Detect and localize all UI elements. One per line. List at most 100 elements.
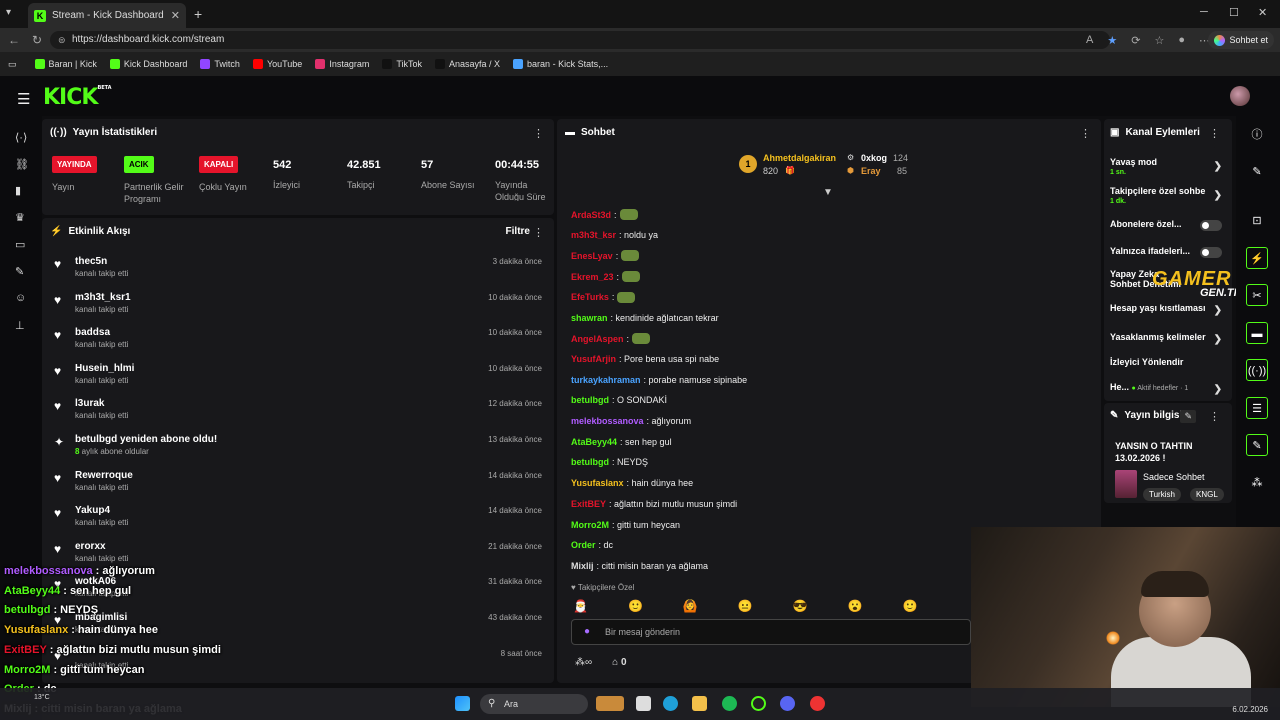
tab-menu-icon[interactable]: ▾	[6, 7, 11, 18]
link-icon[interactable]: ⛓	[15, 158, 29, 171]
layout-icon[interactable]: ☰	[1246, 397, 1268, 419]
weather-widget[interactable]: 13°C	[34, 694, 50, 701]
taskbar-search[interactable]: ⚲ Ara	[480, 694, 588, 714]
tag-pill[interactable]: KNGL	[1190, 488, 1224, 501]
close-window-icon[interactable]: ✕	[1258, 6, 1267, 19]
chat-username[interactable]: Yusufaslanx	[571, 478, 624, 488]
close-tab-icon[interactable]: ✕	[171, 9, 180, 22]
chat-username[interactable]: Mixlij	[571, 561, 594, 571]
chat-username[interactable]: turkaykahraman	[571, 375, 641, 385]
gifter-name[interactable]: Eray	[861, 166, 881, 176]
read-aloud-icon[interactable]: A	[1086, 34, 1093, 47]
extensions-icon[interactable]: ⟳	[1131, 34, 1140, 47]
emotes-only-toggle[interactable]	[1200, 247, 1222, 258]
file-explorer-icon[interactable]	[692, 696, 707, 711]
chat-username[interactable]: EfeTurks	[571, 292, 609, 302]
list-item[interactable]: ♥ baddsa kanalı takip etti 10 dakika önce	[50, 324, 550, 359]
kick-logo[interactable]: KICKBETA	[43, 85, 112, 110]
list-item[interactable]: ♥ Rewerroque kanalı takip etti 14 dakika ön…	[50, 467, 550, 502]
chat-username[interactable]: m3h3t_ksr	[571, 230, 616, 240]
stream-icon[interactable]: ⟨·⟩	[15, 131, 27, 144]
broadcast-icon[interactable]: ((·))	[1246, 359, 1268, 381]
browser-tab[interactable]: K Stream - Kick Dashboard ✕	[28, 3, 186, 28]
chrome-icon[interactable]	[810, 696, 825, 711]
chat-username[interactable]: YusufArjin	[571, 354, 616, 364]
payout-icon[interactable]: ⊥	[15, 319, 25, 332]
video-icon[interactable]: ▭	[15, 238, 25, 251]
analytics-icon[interactable]: ▮	[15, 184, 21, 197]
chat-username[interactable]: AngelAspen	[571, 334, 624, 344]
chat-username[interactable]: ArdaSt3d	[571, 210, 611, 220]
bookmark-item[interactable]: baran - Kick Stats,...	[513, 59, 608, 69]
activity-more-icon[interactable]: ⋮	[533, 226, 544, 239]
filter-button[interactable]: Filtre	[506, 226, 530, 237]
favorite-star-icon[interactable]: ★	[1107, 34, 1117, 47]
followers-only-item[interactable]: Takipçilere özel sohbe 1 dk. ❯	[1110, 186, 1222, 205]
supporter-emote-icon[interactable]: 🙆	[683, 599, 698, 613]
list-item[interactable]: ♥ m3h3t_ksr1 kanalı takip etti 10 dakika ön…	[50, 289, 550, 324]
supporter-emote-icon[interactable]: 😎	[793, 599, 808, 613]
chat-username[interactable]: Order	[571, 540, 596, 550]
edit-icon[interactable]: ✎	[1180, 410, 1196, 423]
chat-username[interactable]: Morro2M	[571, 520, 609, 530]
clip-icon[interactable]: ✂	[1246, 284, 1268, 306]
goals-item[interactable]: He... ● Aktif hedefler · 1 ❯	[1110, 382, 1222, 395]
gifter-name[interactable]: 0xkog	[861, 153, 887, 163]
supporter-emote-icon[interactable]: 😐	[738, 599, 753, 613]
share-icon[interactable]: ⁂	[1246, 472, 1268, 494]
subscribers-only-toggle[interactable]	[1200, 220, 1222, 231]
community-icon[interactable]: ☺	[15, 292, 26, 304]
chat-username[interactable]: ExitBEY	[571, 499, 606, 509]
chat-input[interactable]: ● Bir mesaj gönderin	[571, 619, 971, 645]
bookmark-item[interactable]: TikTok	[382, 59, 422, 69]
app-icon[interactable]	[751, 696, 766, 711]
bookmark-item[interactable]: Instagram	[315, 59, 369, 69]
spotify-icon[interactable]	[722, 696, 737, 711]
minimize-icon[interactable]: ─	[1200, 6, 1208, 18]
subscribers-only-item[interactable]: Abonelere özel...	[1110, 219, 1222, 231]
discord-icon[interactable]	[780, 696, 795, 711]
chat-username[interactable]: Ekrem_23	[571, 272, 614, 282]
store-icon[interactable]: ⌂ 0	[612, 657, 626, 668]
chat-username[interactable]: shawran	[571, 313, 608, 323]
list-item[interactable]: ♥ Husein_hlmi kanalı takip etti 10 dakika ö…	[50, 360, 550, 395]
bookmark-item[interactable]: YouTube	[252, 59, 302, 69]
bookmark-item[interactable]: Anasayfa / X	[435, 59, 500, 69]
trophy-icon[interactable]: ♛	[15, 211, 25, 224]
emote-icon[interactable]: ●	[584, 620, 590, 644]
chevron-down-icon[interactable]: ▼	[823, 187, 833, 198]
maximize-icon[interactable]: ☐	[1229, 6, 1239, 19]
tools-icon[interactable]: ✎	[15, 265, 24, 278]
site-info-icon[interactable]: ⊜	[58, 31, 66, 49]
reload-icon[interactable]: ↻	[32, 33, 42, 47]
list-item[interactable]: ♥ Yakup4 kanalı takip etti 14 dakika önce	[50, 502, 550, 537]
edge-icon[interactable]	[663, 696, 678, 711]
chat-username[interactable]: betulbgd	[571, 395, 609, 405]
stream-info-more-icon[interactable]: ⋮	[1209, 410, 1220, 423]
back-icon[interactable]: ←	[8, 33, 20, 47]
channel-more-icon[interactable]: ⋮	[1209, 127, 1220, 140]
profile-icon[interactable]: ●	[1178, 34, 1185, 47]
stats-more-icon[interactable]: ⋮	[533, 127, 544, 140]
slow-mode-item[interactable]: Yavaş mod 1 sn. ❯	[1110, 157, 1222, 176]
collections-icon[interactable]: ☆	[1154, 34, 1164, 47]
chat-icon[interactable]: ▬	[1246, 322, 1268, 344]
chat-username[interactable]: AtaBeyy44	[571, 437, 617, 447]
info-icon[interactable]: ⓘ	[1246, 124, 1268, 146]
widget-icon[interactable]	[596, 696, 624, 711]
windows-start-icon[interactable]	[455, 696, 470, 711]
bookmark-item[interactable]: Baran | Kick	[34, 59, 97, 69]
chat-more-icon[interactable]: ⋮	[1080, 127, 1091, 140]
url-field[interactable]: ⊜ https://dashboard.kick.com/stream	[50, 31, 1110, 49]
task-view-icon[interactable]	[636, 696, 651, 711]
target-icon[interactable]: ⊡	[1246, 210, 1268, 232]
avatar[interactable]	[1230, 86, 1250, 106]
list-item[interactable]: ♥ thec5n kanalı takip etti 3 dakika önce	[50, 253, 550, 288]
bookmark-item[interactable]: Kick Dashboard	[109, 59, 187, 69]
bolt-icon[interactable]: ⚡	[1246, 247, 1268, 269]
wrench-icon[interactable]: ✎	[1246, 434, 1268, 456]
category-name[interactable]: Sadece Sohbet	[1143, 472, 1205, 482]
menu-icon[interactable]: ☰	[17, 90, 30, 108]
raid-item[interactable]: İzleyici Yönlendir	[1110, 357, 1222, 367]
supporter-emote-icon[interactable]: 😮	[848, 599, 863, 613]
